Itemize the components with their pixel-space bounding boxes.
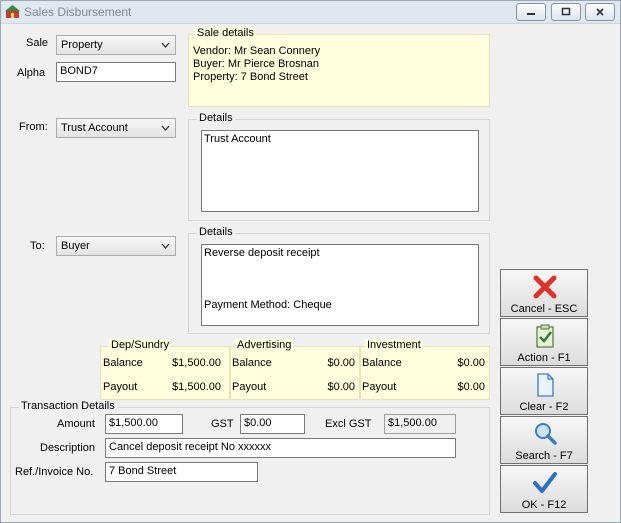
- sale-type-value: Property: [61, 39, 103, 51]
- amount-input[interactable]: $1,500.00: [105, 414, 183, 434]
- vendor-text: Vendor: Mr Sean Connery: [193, 45, 321, 57]
- transaction-details-legend: Transaction Details: [19, 400, 117, 412]
- chevron-down-icon: [161, 125, 170, 131]
- action-button[interactable]: Action - F1: [500, 318, 588, 366]
- maximize-button[interactable]: [551, 3, 581, 21]
- advertising-payout-value: $0.00: [327, 381, 355, 393]
- dep-sundry-payout-value: $1,500.00: [172, 381, 221, 393]
- action-button-label: Action - F1: [517, 352, 571, 364]
- to-account-value: Buyer: [61, 240, 90, 252]
- investment-payout-label: Payout: [362, 381, 397, 393]
- close-button[interactable]: [585, 3, 615, 21]
- ref-invoice-input[interactable]: 7 Bond Street: [105, 462, 258, 482]
- to-label: To:: [30, 240, 45, 252]
- gst-label: GST: [211, 418, 234, 430]
- dep-sundry-balance-value: $1,500.00: [172, 357, 221, 369]
- dep-sundry-legend: Dep/Sundry: [109, 339, 172, 351]
- to-details-textarea[interactable]: Reverse deposit receipt Payment Method: …: [201, 244, 479, 326]
- chevron-down-icon: [161, 243, 170, 249]
- minimize-icon: [527, 13, 535, 15]
- excl-gst-field: $1,500.00: [384, 414, 456, 434]
- checkmark-icon: [533, 472, 557, 493]
- excl-gst-label: Excl GST: [325, 418, 372, 430]
- minimize-button[interactable]: [516, 3, 546, 21]
- clear-button-label: Clear - F2: [519, 401, 569, 413]
- blank-document-icon: [537, 373, 554, 397]
- dep-sundry-balance-label: Balance: [103, 357, 143, 369]
- advertising-balance-value: $0.00: [327, 357, 355, 369]
- buyer-text: Buyer: Mr Pierce Brosnan: [193, 58, 319, 70]
- alpha-label: Alpha: [17, 67, 46, 79]
- cancel-button-label: Cancel - ESC: [510, 303, 578, 315]
- sale-label: Sale: [26, 37, 49, 49]
- gst-input[interactable]: $0.00: [240, 414, 305, 434]
- search-button[interactable]: Search - F7: [500, 416, 588, 464]
- description-input[interactable]: Cancel deposit receipt No xxxxxx: [105, 438, 456, 458]
- close-icon: [596, 8, 604, 16]
- title-bar[interactable]: Sales Disbursement: [1, 1, 620, 24]
- property-text: Property: 7 Bond Street: [193, 71, 308, 83]
- ref-invoice-label: Ref./Invoice No.: [15, 466, 94, 478]
- investment-balance-value: $0.00: [457, 357, 485, 369]
- description-label: Description: [40, 442, 96, 454]
- cancel-x-icon: [533, 275, 557, 299]
- from-account-select[interactable]: Trust Account: [56, 118, 176, 138]
- search-button-label: Search - F7: [515, 450, 573, 462]
- advertising-legend: Advertising: [235, 339, 294, 351]
- to-details-line2: Payment Method: Cheque: [204, 299, 332, 311]
- clipboard-check-icon: [536, 324, 554, 348]
- magnifier-search-icon: [535, 423, 557, 445]
- from-details-textarea[interactable]: Trust Account: [201, 130, 479, 212]
- amount-label: Amount: [57, 418, 95, 430]
- investment-legend: Investment: [365, 339, 423, 351]
- from-details-group: Details Trust Account: [188, 112, 490, 221]
- investment-payout-value: $0.00: [457, 381, 485, 393]
- chevron-down-icon: [161, 42, 170, 48]
- from-details-text: Trust Account: [204, 133, 271, 145]
- from-label: From:: [19, 121, 48, 133]
- from-account-value: Trust Account: [61, 122, 128, 134]
- advertising-payout-label: Payout: [232, 381, 267, 393]
- ok-button-label: OK - F12: [521, 499, 567, 511]
- sale-details-panel: Sale details Vendor: Mr Sean Connery Buy…: [188, 27, 490, 107]
- to-details-legend: Details: [197, 226, 235, 238]
- investment-panel: Investment Balance $0.00 Payout $0.00: [360, 339, 490, 400]
- window-title: Sales Disbursement: [24, 5, 132, 19]
- clear-button[interactable]: Clear - F2: [500, 367, 588, 415]
- sale-details-legend: Sale details: [195, 27, 256, 39]
- sales-disbursement-window: Sales Disbursement Sale Property Alpha B…: [0, 0, 621, 523]
- sale-type-select[interactable]: Property: [56, 35, 176, 55]
- maximize-icon: [561, 7, 571, 16]
- from-details-legend: Details: [197, 112, 235, 124]
- advertising-balance-label: Balance: [232, 357, 272, 369]
- to-details-group: Details Reverse deposit receipt Payment …: [188, 226, 490, 334]
- investment-balance-label: Balance: [362, 357, 402, 369]
- dep-sundry-payout-label: Payout: [103, 381, 138, 393]
- alpha-input[interactable]: BOND7: [56, 62, 176, 82]
- ok-button[interactable]: OK - F12: [500, 465, 588, 513]
- dep-sundry-panel: Dep/Sundry Balance $1,500.00 Payout $1,5…: [100, 339, 230, 400]
- advertising-panel: Advertising Balance $0.00 Payout $0.00: [230, 339, 360, 400]
- cancel-button[interactable]: Cancel - ESC: [500, 269, 588, 317]
- app-icon: [5, 5, 20, 18]
- to-details-line1: Reverse deposit receipt: [204, 247, 320, 259]
- to-account-select[interactable]: Buyer: [56, 236, 176, 256]
